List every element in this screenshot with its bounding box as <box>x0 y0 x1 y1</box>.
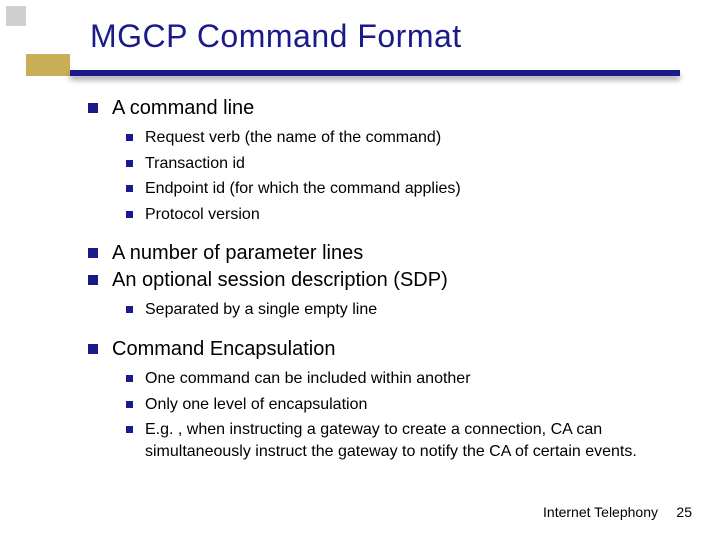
square-bullet-icon <box>88 248 98 258</box>
sub-list-item: Protocol version <box>126 204 688 226</box>
list-item: A command line Request verb (the name of… <box>88 96 688 225</box>
bullet-list: A command line Request verb (the name of… <box>88 96 688 462</box>
list-item-label: A command line <box>112 96 254 121</box>
list-item: A number of parameter lines <box>88 241 688 266</box>
square-bullet-icon <box>126 185 133 192</box>
sub-list-item-label: E.g. , when instructing a gateway to cre… <box>145 419 688 462</box>
sub-list-item: E.g. , when instructing a gateway to cre… <box>126 419 688 462</box>
sub-list-item-label: Endpoint id (for which the command appli… <box>145 178 461 200</box>
sub-list-item: Separated by a single empty line <box>126 299 688 321</box>
sub-list-item-label: Separated by a single empty line <box>145 299 377 321</box>
sub-list-item-label: Only one level of encapsulation <box>145 394 367 416</box>
sub-list-item: Endpoint id (for which the command appli… <box>126 178 688 200</box>
page-number: 25 <box>676 504 692 520</box>
square-bullet-icon <box>126 211 133 218</box>
square-bullet-icon <box>126 401 133 408</box>
sub-list-item-label: One command can be included within anoth… <box>145 368 471 390</box>
sub-list-item-label: Request verb (the name of the command) <box>145 127 441 149</box>
list-item-label: Command Encapsulation <box>112 337 335 362</box>
accent-bar <box>26 54 70 76</box>
slide-title: MGCP Command Format <box>90 18 462 55</box>
list-item: An optional session description (SDP) Se… <box>88 268 688 321</box>
square-bullet-icon <box>88 344 98 354</box>
square-bullet-icon <box>126 160 133 167</box>
title-underline <box>70 70 680 76</box>
sub-list: One command can be included within anoth… <box>126 368 688 462</box>
sub-list-item: One command can be included within anoth… <box>126 368 688 390</box>
list-item: Command Encapsulation One command can be… <box>88 337 688 462</box>
slide-body: A command line Request verb (the name of… <box>88 96 688 478</box>
sub-list-item-label: Transaction id <box>145 153 245 175</box>
sub-list-item: Transaction id <box>126 153 688 175</box>
sub-list-item: Request verb (the name of the command) <box>126 127 688 149</box>
square-bullet-icon <box>126 306 133 313</box>
corner-square-icon <box>6 6 26 26</box>
sub-list: Separated by a single empty line <box>126 299 688 321</box>
list-item-label: An optional session description (SDP) <box>112 268 448 293</box>
square-bullet-icon <box>88 275 98 285</box>
square-bullet-icon <box>126 375 133 382</box>
sub-list: Request verb (the name of the command) T… <box>126 127 688 225</box>
list-item-label: A number of parameter lines <box>112 241 363 266</box>
sub-list-item-label: Protocol version <box>145 204 260 226</box>
square-bullet-icon <box>126 134 133 141</box>
square-bullet-icon <box>88 103 98 113</box>
square-bullet-icon <box>126 426 133 433</box>
sub-list-item: Only one level of encapsulation <box>126 394 688 416</box>
footer-label: Internet Telephony <box>543 504 658 520</box>
